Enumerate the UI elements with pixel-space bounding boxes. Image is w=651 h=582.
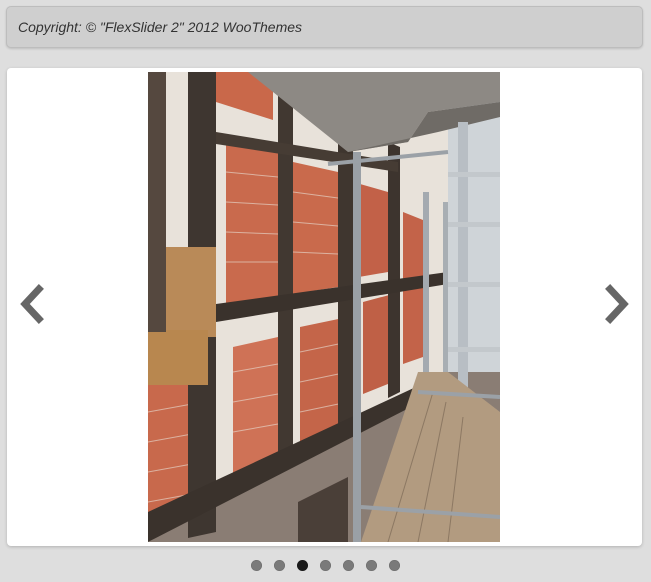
chevron-right-icon <box>605 284 629 324</box>
copyright-text: Copyright: © "FlexSlider 2" 2012 WooThem… <box>18 19 303 35</box>
pagination-dot-6[interactable] <box>366 560 377 571</box>
pagination-dot-4[interactable] <box>320 560 331 571</box>
next-slide-button[interactable] <box>598 284 634 324</box>
chevron-left-icon <box>20 284 44 324</box>
pagination-dot-2[interactable] <box>274 560 285 571</box>
pagination-dot-5[interactable] <box>343 560 354 571</box>
page: Copyright: © "FlexSlider 2" 2012 WooThem… <box>0 0 651 582</box>
copyright-bar: Copyright: © "FlexSlider 2" 2012 WooThem… <box>6 6 643 48</box>
pagination-dot-1[interactable] <box>251 560 262 571</box>
previous-slide-button[interactable] <box>15 284 51 324</box>
pagination-dot-7[interactable] <box>389 560 400 571</box>
flexslider <box>7 68 642 546</box>
slide-pagination <box>0 560 651 574</box>
slide-image <box>148 72 500 542</box>
pagination-dot-3[interactable] <box>297 560 308 571</box>
